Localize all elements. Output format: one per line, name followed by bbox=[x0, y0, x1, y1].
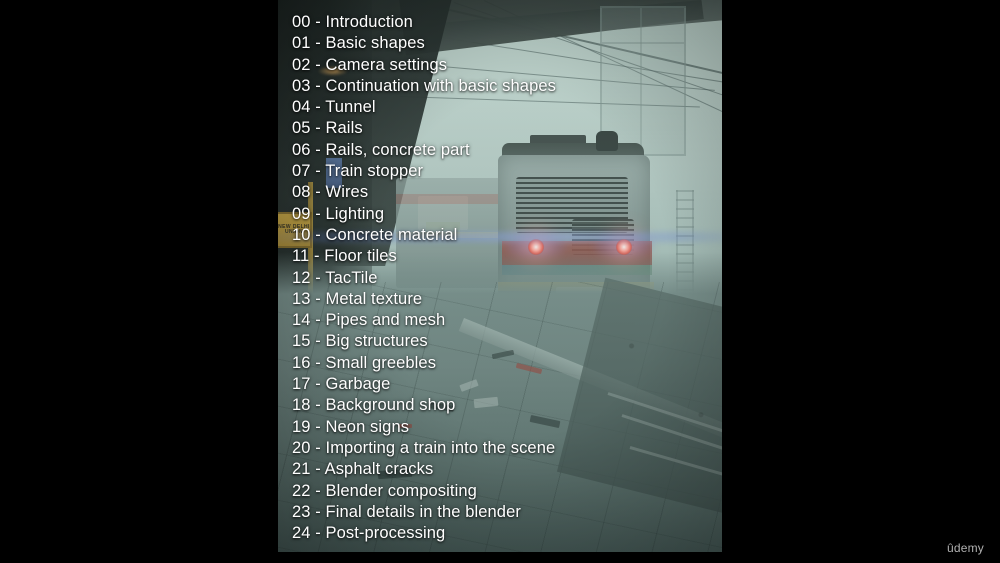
chapter-item: 17 - Garbage bbox=[292, 375, 391, 394]
chapter-item: 22 - Blender compositing bbox=[292, 481, 477, 500]
chapter-item: 15 - Big structures bbox=[292, 332, 428, 351]
chapter-item: 00 - Introduction bbox=[292, 13, 413, 31]
chapter-list: 00 - Introduction 01 - Basic shapes 02 - C… bbox=[292, 12, 722, 544]
chapter-item: 16 - Small greebles bbox=[292, 353, 437, 372]
chapter-item: 07 - Train stopper bbox=[292, 162, 424, 181]
chapter-item: 05 - Rails bbox=[292, 119, 363, 138]
chapter-item: 13 - Metal texture bbox=[292, 289, 423, 308]
chapter-item: 19 - Neon signs bbox=[292, 417, 410, 436]
chapter-item: 18 - Background shop bbox=[292, 396, 456, 415]
chapter-item: 06 - Rails, concrete part bbox=[292, 140, 470, 159]
chapter-item: 04 - Tunnel bbox=[292, 98, 376, 117]
chapter-item: 02 - Camera settings bbox=[292, 55, 448, 74]
chapter-item: 24 - Post-processing bbox=[292, 524, 446, 543]
chapter-item: 10 - Concrete material bbox=[292, 225, 458, 244]
video-frame[interactable]: NEW DELHI UNION bbox=[278, 0, 722, 552]
chapter-item: 20 - Importing a train into the scene bbox=[292, 438, 556, 457]
chapter-item: 21 - Asphalt cracks bbox=[292, 460, 434, 479]
chapter-item: 03 - Continuation with basic shapes bbox=[292, 76, 556, 95]
chapter-item: 23 - Final details in the blender bbox=[292, 502, 521, 521]
chapter-item: 09 - Lighting bbox=[292, 204, 385, 223]
udemy-watermark: ûdemy bbox=[946, 541, 984, 555]
chapter-item: 08 - Wires bbox=[292, 183, 369, 202]
chapter-item: 12 - TacTile bbox=[292, 268, 378, 287]
video-player-stage: NEW DELHI UNION bbox=[0, 0, 1000, 563]
chapter-item: 14 - Pipes and mesh bbox=[292, 311, 446, 330]
chapter-item: 11 - Floor tiles bbox=[292, 247, 397, 266]
chapter-item: 01 - Basic shapes bbox=[292, 34, 425, 53]
